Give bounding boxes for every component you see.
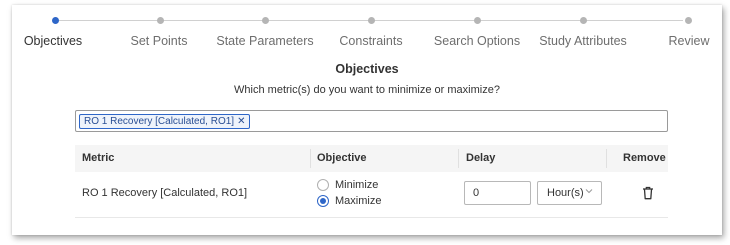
minimize-radio[interactable] bbox=[317, 179, 329, 191]
step-dot-review[interactable] bbox=[685, 17, 692, 24]
table-row: RO 1 Recovery [Calculated, RO1] Minimize… bbox=[75, 172, 668, 218]
step-state-parameters[interactable]: State Parameters bbox=[216, 34, 313, 48]
maximize-radio[interactable] bbox=[317, 195, 329, 207]
radio-option-maximize[interactable]: Maximize bbox=[317, 193, 381, 209]
table-header: Metric Objective Delay Remove bbox=[75, 145, 668, 172]
row-metric: RO 1 Recovery [Calculated, RO1] bbox=[82, 187, 248, 199]
objective-radio-group: Minimize Maximize bbox=[317, 177, 381, 209]
page-title: Objectives bbox=[335, 62, 399, 76]
step-dot-objectives[interactable] bbox=[52, 17, 59, 24]
step-dot-set-points[interactable] bbox=[157, 17, 164, 24]
step-set-points[interactable]: Set Points bbox=[131, 34, 188, 48]
header-delay: Delay bbox=[466, 152, 496, 164]
header-metric: Metric bbox=[82, 152, 115, 164]
metric-chip-label: RO 1 Recovery [Calculated, RO1] bbox=[84, 116, 235, 127]
maximize-label: Maximize bbox=[335, 195, 382, 207]
step-study-attributes[interactable]: Study Attributes bbox=[539, 34, 627, 48]
objectives-table: Metric Objective Delay Remove RO 1 Recov… bbox=[75, 145, 668, 218]
metric-chip: RO 1 Recovery [Calculated, RO1] ✕ bbox=[79, 114, 251, 129]
step-dot-study-attributes[interactable] bbox=[580, 17, 587, 24]
column-divider bbox=[310, 149, 311, 168]
header-objective: Objective bbox=[317, 152, 367, 164]
minimize-label: Minimize bbox=[335, 179, 379, 191]
column-divider bbox=[458, 149, 459, 168]
step-dot-state-parameters[interactable] bbox=[262, 17, 269, 24]
page-question: Which metric(s) do you want to minimize … bbox=[234, 84, 500, 96]
objectives-panel: Objectives Set Points State Parameters C… bbox=[12, 5, 722, 235]
delay-unit-select[interactable]: Hour(s) bbox=[537, 181, 602, 205]
step-search-options[interactable]: Search Options bbox=[434, 34, 520, 48]
step-review[interactable]: Review bbox=[669, 34, 710, 48]
trash-icon[interactable] bbox=[642, 186, 654, 200]
metric-multiselect[interactable]: RO 1 Recovery [Calculated, RO1] ✕ bbox=[75, 110, 668, 132]
wizard-stepper: Objectives Set Points State Parameters C… bbox=[12, 5, 722, 55]
step-dot-constraints[interactable] bbox=[368, 17, 375, 24]
delay-unit-value: Hour(s) bbox=[547, 187, 584, 199]
column-divider bbox=[606, 149, 607, 168]
step-constraints[interactable]: Constraints bbox=[339, 34, 402, 48]
chip-remove-icon[interactable]: ✕ bbox=[237, 115, 245, 128]
radio-option-minimize[interactable]: Minimize bbox=[317, 177, 381, 193]
step-dot-search-options[interactable] bbox=[474, 17, 481, 24]
chevron-down-icon bbox=[585, 189, 593, 194]
header-remove: Remove bbox=[623, 152, 666, 164]
step-objectives[interactable]: Objectives bbox=[24, 34, 82, 48]
delay-input[interactable] bbox=[464, 181, 531, 205]
